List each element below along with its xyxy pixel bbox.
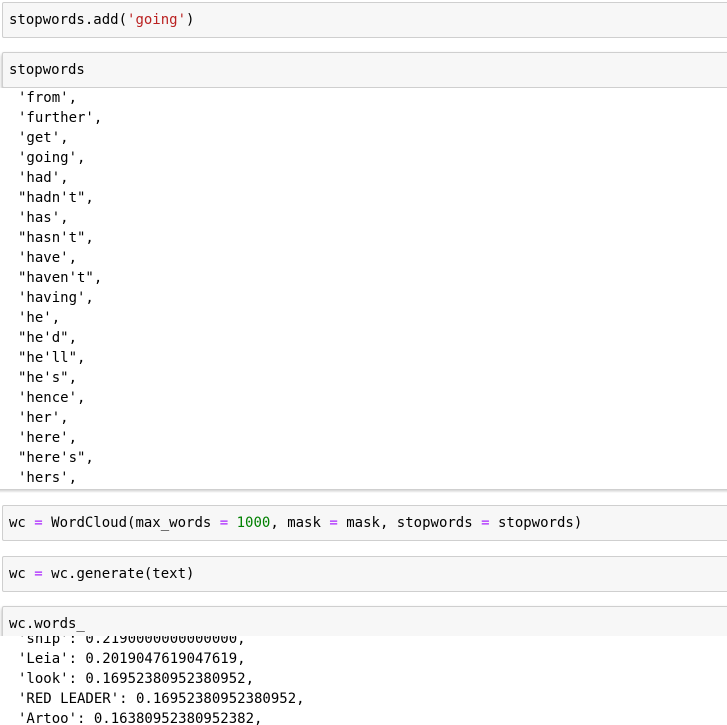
code-text: , mask [270,515,330,531]
stopword-entry: 'further', [18,110,103,126]
stopword-entry: 'hence', [18,390,86,406]
stopword-entry: "he's", [18,370,78,386]
output-divider [0,489,727,493]
stopword-entry: 'from', [18,90,78,106]
code-text: WordCloud(max_words [42,515,220,531]
stopword-entry: 'going', [18,150,86,166]
stopwords-output[interactable]: 'from', 'further', 'get', 'going', 'had', "ha… [0,88,727,489]
code-text: wc.words_ [9,616,85,632]
code-cell-wordcloud-init[interactable]: wc = WordCloud(max_words = 1000, mask = … [2,505,727,541]
stopword-entry: 'has', [18,210,69,226]
stopword-entry: "he'd", [18,330,78,346]
code-cell-add-stopword[interactable]: stopwords.add('going') [2,2,727,38]
stopword-entry: 'he', [18,310,61,326]
code-cell-generate[interactable]: wc = wc.generate(text) [2,556,727,592]
code-operator: = [219,515,229,531]
stopword-entry: 'have', [18,250,78,266]
code-operator: = [34,515,43,531]
words-output[interactable]: 'ship': 0.2190000000000000, 'Leia': 0.201… [0,636,727,725]
code-text: wc.generate(text) [42,566,195,582]
word-frequency-entry: 'look': 0.16952380952380952, [18,671,255,687]
code-text: stopwords) [489,515,583,531]
stopword-entry: 'having', [18,290,94,306]
code-cell-stopwords[interactable]: stopwords [2,52,727,88]
code-operator: = [34,566,43,582]
stopword-entry: "he'll", [18,350,86,366]
stopword-entry: "here's", [18,450,94,466]
stopword-entry: 'get', [18,130,69,146]
code-string-literal: 'going' [127,12,187,28]
code-text: wc [9,515,35,531]
code-operator: = [481,515,490,531]
code-text: mask, stopwords [337,515,482,531]
word-frequency-entry: 'Leia': 0.2019047619047619, [18,651,246,667]
stopword-entry: 'her', [18,410,69,426]
word-frequency-entry: 'RED LEADER': 0.16952380952380952, [18,691,305,707]
word-frequency-entry: 'Artoo': 0.16380952380952382, [18,711,263,725]
word-frequency-entry: 'ship': 0.2190000000000000, [18,636,246,647]
code-text: ) [186,12,195,28]
code-text: wc [9,566,35,582]
stopword-entry: 'had', [18,170,69,186]
code-number-literal: 1000 [228,515,271,531]
stopword-entry: 'hers', [18,470,78,486]
stopword-entry: 'here', [18,430,78,446]
code-operator: = [329,515,338,531]
code-text: stopwords [9,62,85,78]
stopword-entry: "haven't", [18,270,103,286]
stopword-entry: "hadn't", [18,190,94,206]
stopword-entry: "hasn't", [18,230,94,246]
code-text: stopwords.add( [9,12,128,28]
